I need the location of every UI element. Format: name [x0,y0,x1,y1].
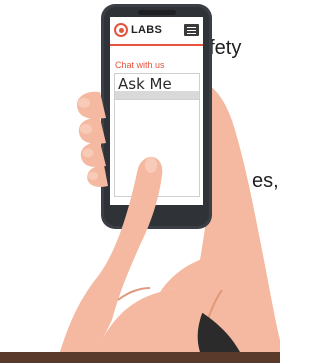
phone-screen: LABS Chat with us Ask Me [110,17,203,205]
brand-logo[interactable]: LABS [114,19,162,41]
brand-name: LABS [131,24,163,36]
header-divider [110,44,203,46]
chat-with-us-label: Chat with us [115,60,165,70]
ground-bar [0,352,280,363]
labs-logo-icon [114,23,128,37]
hamburger-menu-icon[interactable] [184,24,199,36]
chat-box[interactable]: Ask Me [114,73,200,197]
ask-input[interactable]: Ask Me [115,74,199,100]
